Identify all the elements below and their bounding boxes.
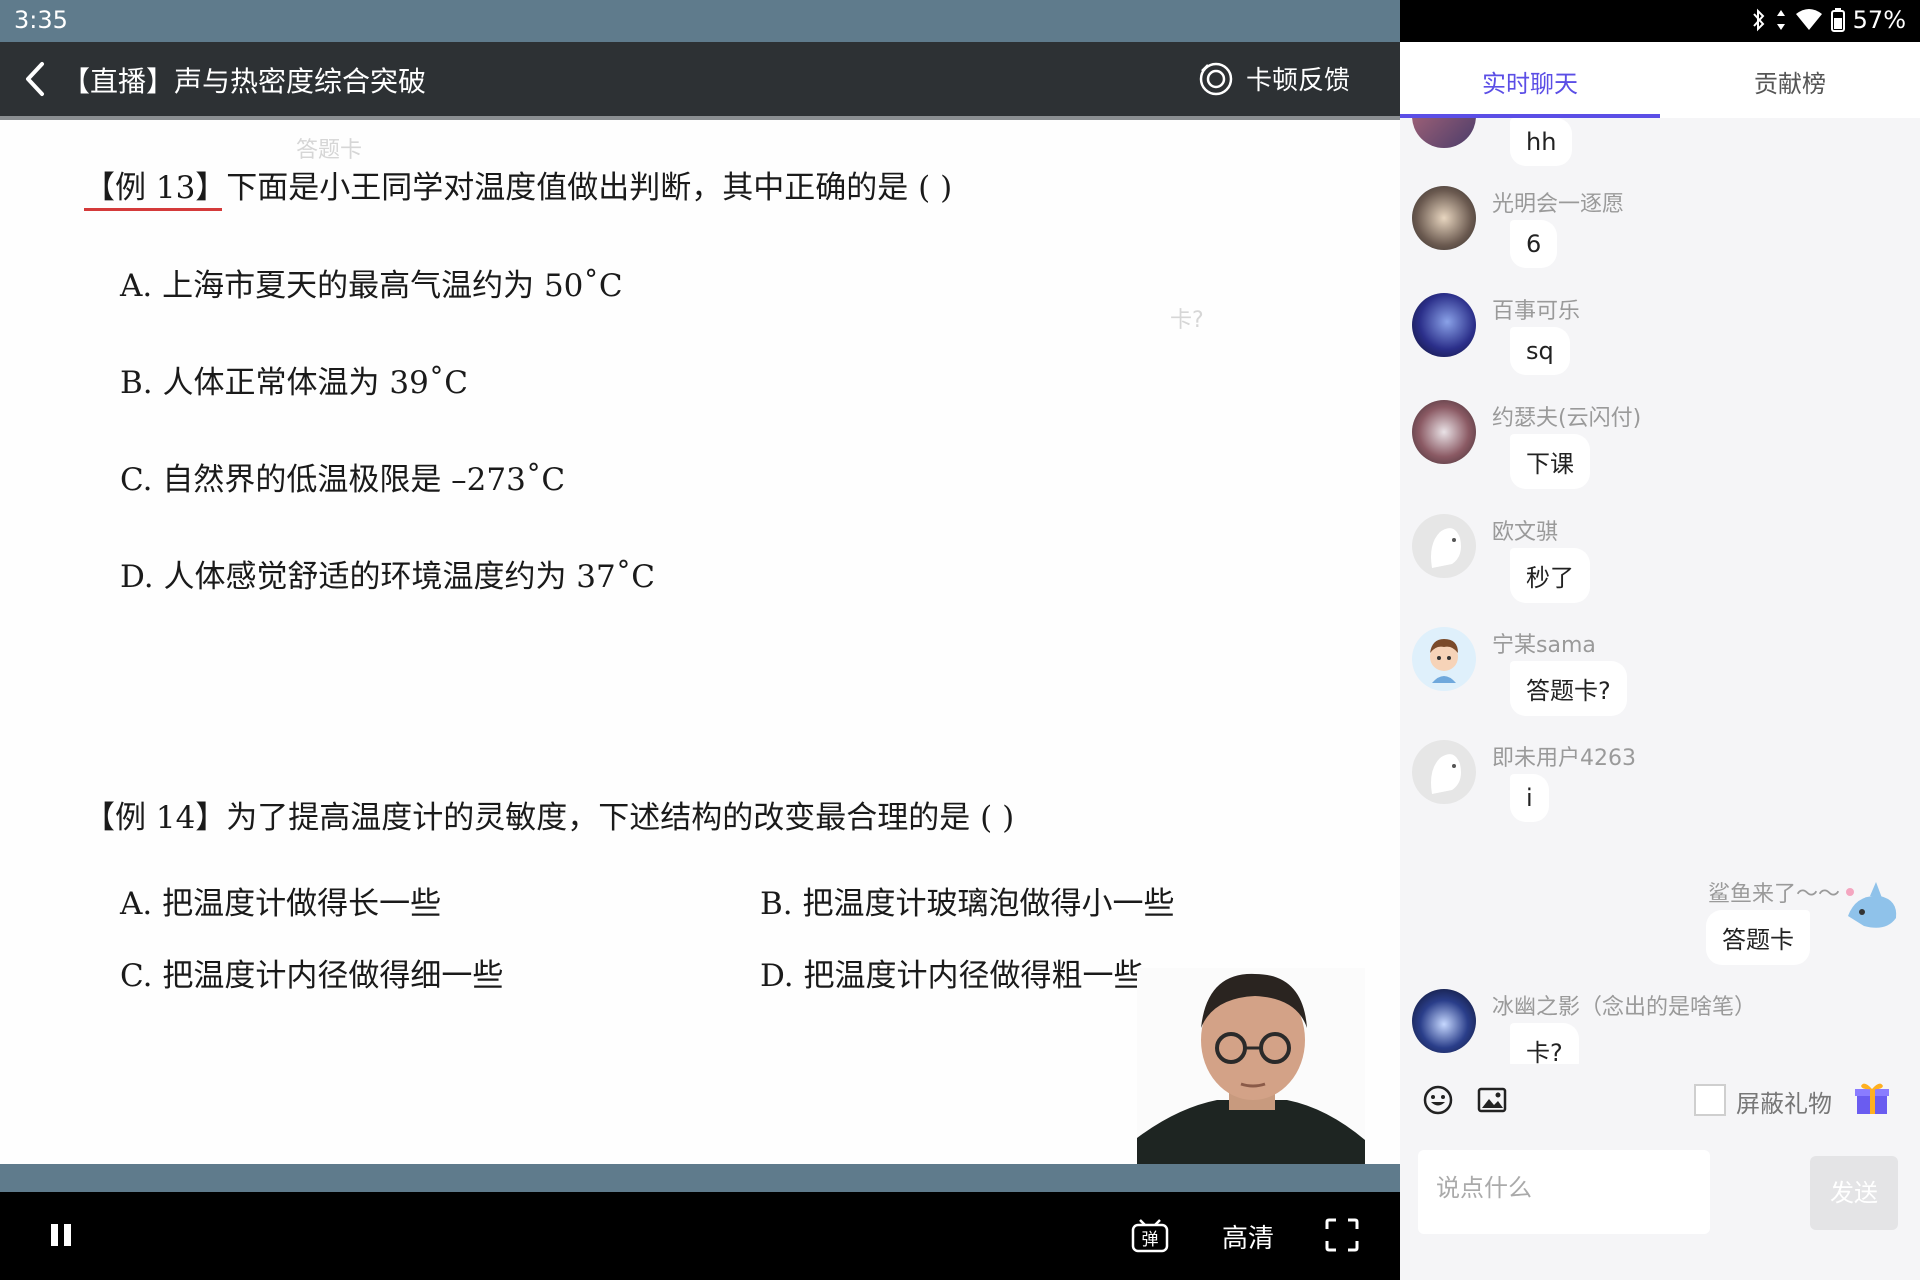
block-gifts-checkbox[interactable] — [1694, 1084, 1726, 1116]
status-bar-right: 57% — [1400, 0, 1920, 42]
battery-percent: 57% — [1852, 6, 1906, 34]
status-bar-left: 3:35 — [0, 0, 1400, 42]
wifi-icon — [1795, 9, 1822, 30]
block-gifts-label: 屏蔽礼物 — [1736, 1090, 1832, 1118]
chat-username: 宁某sama — [1492, 633, 1596, 658]
q13-option-c: C. 自然界的低温极限是 –273˚C — [120, 462, 566, 498]
danmu-label: 弹 — [1142, 1230, 1159, 1250]
tab-live-chat[interactable]: 实时聊天 — [1482, 64, 1578, 99]
player-controls: 弹 高清 — [0, 1192, 1400, 1280]
chat-bubble: 答题卡? — [1510, 661, 1627, 716]
avatar — [1412, 740, 1476, 804]
avatar — [1840, 876, 1904, 940]
avatar — [1412, 627, 1476, 691]
chat-bubble: 答题卡 — [1706, 910, 1810, 965]
chat-message-list[interactable]: hh 光明会一逐愿 6 百事可乐 sq 约瑟夫(云闪付) 下课 欧文骐 秒了 宁… — [1400, 118, 1920, 1064]
shark-avatar-icon — [1846, 882, 1897, 928]
chat-bubble: 卡? — [1510, 1023, 1579, 1064]
q14-option-c: C. 把温度计内径做得细一些 — [120, 958, 504, 994]
chat-bubble: hh — [1510, 118, 1573, 166]
ghost-danmu-answer-card: 答题卡 — [296, 138, 363, 163]
chat-username: 约瑟夫(云闪付) — [1492, 406, 1642, 431]
q14-stem: 【例 14】为了提高温度计的灵敏度，下述结构的改变最合理的是 ( ) — [84, 800, 1015, 836]
gift-icon[interactable] — [1852, 1078, 1892, 1118]
q13-stem: 【例 13】下面是小王同学对温度值做出判断，其中正确的是 ( ) — [84, 170, 953, 206]
q13-underline — [84, 208, 222, 211]
danmu-icon: 弹 — [1131, 1219, 1169, 1253]
send-button[interactable]: 发送 — [1810, 1156, 1898, 1230]
chat-username: 即未用户4263 — [1492, 746, 1636, 771]
quality-button[interactable]: 高清 — [1222, 1218, 1274, 1255]
tab-contribution-rank[interactable]: 贡献榜 — [1754, 64, 1826, 99]
chat-input-area: 屏蔽礼物 说点什么 发送 — [1400, 1064, 1920, 1280]
back-arrow-icon[interactable] — [18, 60, 54, 98]
status-time: 3:35 — [14, 6, 68, 34]
avatar — [1412, 514, 1476, 578]
q13-option-b: B. 人体正常体温为 39˚C — [120, 365, 469, 401]
chat-bubble: 6 — [1510, 220, 1558, 268]
q14-option-a: A. 把温度计做得长一些 — [120, 886, 442, 922]
chat-username: 欧文骐 — [1492, 520, 1559, 545]
bluetooth-icon — [1752, 8, 1765, 32]
q13-option-a: A. 上海市夏天的最高气温约为 50˚C — [120, 268, 623, 304]
lag-feedback-icon — [1199, 62, 1233, 95]
image-upload-icon[interactable] — [1476, 1084, 1508, 1116]
q13-option-d: D. 人体感觉舒适的环境温度约为 37˚C — [120, 559, 655, 595]
chat-username: 冰幽之影（念出的是啥笔） — [1492, 995, 1757, 1020]
ghost-danmu-stuck: 卡? — [1170, 308, 1204, 333]
chat-bubble: 下课 — [1510, 434, 1590, 489]
avatar — [1412, 293, 1476, 357]
chat-bubble: sq — [1510, 327, 1570, 375]
chat-bubble: 秒了 — [1510, 548, 1590, 603]
chat-bubble: i — [1510, 774, 1549, 822]
q14-option-d: D. 把温度计内径做得粗一些 — [760, 958, 1145, 994]
player-header: 【直播】声与热密度综合突破 卡顿反馈 — [0, 42, 1400, 116]
chat-message-input[interactable]: 说点什么 — [1418, 1150, 1710, 1234]
default-avatar-icon — [1431, 754, 1461, 794]
video-progress-strip[interactable] — [0, 1164, 1400, 1192]
chat-username: 鲨鱼来了～～ — [1708, 882, 1841, 907]
emoji-icon[interactable] — [1422, 1084, 1454, 1116]
cartoon-boy-avatar-icon — [1430, 639, 1458, 683]
teacher-camera — [1137, 968, 1365, 1164]
data-arrows-icon — [1776, 10, 1785, 30]
chat-username: 光明会一逐愿 — [1492, 192, 1625, 217]
chat-tabs: 实时聊天 贡献榜 — [1400, 42, 1920, 118]
fullscreen-icon[interactable] — [1325, 1218, 1359, 1252]
q14-option-b: B. 把温度计玻璃泡做得小一些 — [760, 886, 1175, 922]
lag-feedback-button[interactable]: 卡顿反馈 — [1198, 60, 1350, 97]
lag-feedback-label: 卡顿反馈 — [1245, 66, 1350, 96]
avatar — [1412, 989, 1476, 1053]
avatar — [1412, 118, 1476, 148]
avatar — [1412, 400, 1476, 464]
chat-username: 百事可乐 — [1492, 299, 1581, 324]
chat-panel: 实时聊天 贡献榜 hh 光明会一逐愿 6 百事可乐 sq 约瑟夫(云闪付) 下课 — [1400, 42, 1920, 1280]
danmu-toggle-button[interactable]: 弹 — [1130, 1216, 1170, 1256]
avatar — [1412, 186, 1476, 250]
live-title: 【直播】声与热密度综合突破 — [62, 65, 427, 98]
pause-icon[interactable] — [48, 1222, 74, 1248]
battery-icon — [1830, 8, 1845, 32]
default-avatar-icon — [1431, 528, 1461, 568]
